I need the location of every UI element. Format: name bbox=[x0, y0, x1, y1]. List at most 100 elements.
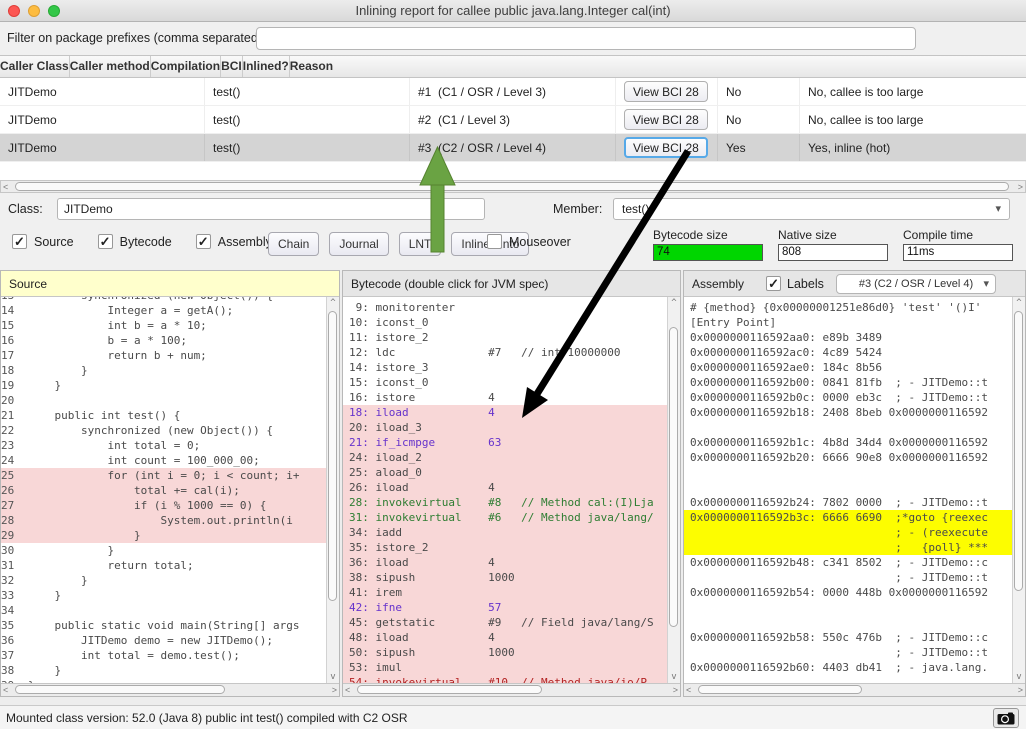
assembly-line[interactable]: 0x0000000116592b3c: 6666 6690 ;*goto {re… bbox=[684, 510, 1012, 525]
table-column-header[interactable]: Compilation bbox=[151, 56, 221, 77]
scrollbar-thumb[interactable] bbox=[357, 685, 542, 694]
view-toggle[interactable]: ✓ Bytecode bbox=[98, 234, 172, 249]
assembly-line[interactable]: 0x0000000116592b1c: 4b8d 34d4 0x00000001… bbox=[684, 435, 1012, 450]
view-bci-button[interactable]: View BCI 28 bbox=[624, 137, 708, 158]
assembly-line[interactable]: 0x0000000116592b48: c341 8502 ; - JITDem… bbox=[684, 555, 1012, 570]
table-horizontal-scrollbar[interactable]: < > bbox=[0, 180, 1026, 193]
filter-input[interactable] bbox=[256, 27, 916, 50]
bytecode-line[interactable]: 50: sipush 1000 bbox=[343, 645, 667, 660]
scroll-right-icon[interactable]: > bbox=[1018, 182, 1023, 193]
mouseover-checkbox[interactable]: ✓ bbox=[487, 234, 502, 249]
table-row[interactable]: JITDemo test() #3 (C2 / OSR / Level 4) V… bbox=[0, 134, 1026, 162]
bytecode-line[interactable]: 48: iload 4 bbox=[343, 630, 667, 645]
bytecode-line[interactable]: 18: iload 4 bbox=[343, 405, 667, 420]
scrollbar-thumb[interactable] bbox=[328, 311, 337, 601]
bytecode-line[interactable]: 36: iload 4 bbox=[343, 555, 667, 570]
scrollbar-thumb[interactable] bbox=[669, 327, 678, 627]
assembly-line[interactable] bbox=[684, 420, 1012, 435]
bytecode-line[interactable]: 10: iconst_0 bbox=[343, 315, 667, 330]
scroll-left-icon[interactable]: < bbox=[345, 685, 350, 696]
scroll-down-icon[interactable]: v bbox=[668, 672, 680, 683]
scroll-down-icon[interactable]: v bbox=[1013, 672, 1025, 683]
labels-toggle[interactable]: ✓ Labels bbox=[766, 276, 824, 291]
bytecode-line[interactable]: 20: iload_3 bbox=[343, 420, 667, 435]
scrollbar-thumb[interactable] bbox=[698, 685, 862, 694]
scroll-right-icon[interactable]: > bbox=[673, 685, 678, 696]
assembly-compilation-dropdown[interactable]: #3 (C2 / OSR / Level 4) ▾ bbox=[836, 274, 996, 294]
bytecode-vertical-scrollbar[interactable]: ^ v bbox=[667, 297, 680, 684]
view-toggle[interactable]: ✓ Assembly bbox=[196, 234, 272, 249]
assembly-line[interactable]: 0x0000000116592b54: 0000 448b 0x00000001… bbox=[684, 585, 1012, 600]
table-column-header[interactable]: Caller method bbox=[70, 56, 151, 77]
bytecode-code-area[interactable]: 9: monitorenter 10: iconst_0 11: istore_… bbox=[343, 297, 680, 684]
class-input[interactable] bbox=[57, 198, 485, 220]
checkbox[interactable]: ✓ bbox=[98, 234, 113, 249]
bytecode-line[interactable]: 35: istore_2 bbox=[343, 540, 667, 555]
bytecode-horizontal-scrollbar[interactable]: < > bbox=[343, 683, 680, 696]
assembly-line[interactable]: 0x0000000116592ac0: 4c89 5424 bbox=[684, 345, 1012, 360]
bytecode-line[interactable]: 24: iload_2 bbox=[343, 450, 667, 465]
view-toggle[interactable]: ✓ Source bbox=[12, 234, 74, 249]
member-dropdown[interactable]: test() ▾ bbox=[613, 198, 1010, 220]
source-horizontal-scrollbar[interactable]: < > bbox=[1, 683, 339, 696]
assembly-code-area[interactable]: # {method} {0x00000001251e86d0} 'test' '… bbox=[684, 297, 1025, 684]
assembly-line[interactable]: 0x0000000116592aa0: e89b 3489 bbox=[684, 330, 1012, 345]
assembly-horizontal-scrollbar[interactable]: < > bbox=[684, 683, 1025, 696]
bytecode-line[interactable]: 14: istore_3 bbox=[343, 360, 667, 375]
assembly-line[interactable]: ; {poll} *** bbox=[684, 540, 1012, 555]
bytecode-line[interactable]: 31: invokevirtual #6 // Method java/lang… bbox=[343, 510, 667, 525]
source-vertical-scrollbar[interactable]: ^ v bbox=[326, 297, 339, 684]
scroll-left-icon[interactable]: < bbox=[3, 685, 8, 696]
scroll-left-icon[interactable]: < bbox=[3, 182, 8, 193]
scrollbar-thumb[interactable] bbox=[1014, 311, 1023, 591]
assembly-line[interactable] bbox=[684, 465, 1012, 480]
mouseover-toggle[interactable]: ✓ Mouseover bbox=[487, 234, 571, 249]
bytecode-line[interactable]: 21: if_icmpge 63 bbox=[343, 435, 667, 450]
assembly-line[interactable]: 0x0000000116592b0c: 0000 eb3c ; - JITDem… bbox=[684, 390, 1012, 405]
scroll-down-icon[interactable]: v bbox=[327, 672, 339, 683]
assembly-line[interactable]: 0x0000000116592b24: 7802 0000 ; - JITDem… bbox=[684, 495, 1012, 510]
bytecode-line[interactable]: 11: istore_2 bbox=[343, 330, 667, 345]
assembly-line[interactable]: 0x0000000116592ae0: 184c 8b56 bbox=[684, 360, 1012, 375]
assembly-line[interactable]: 0x0000000116592b00: 0841 81fb ; - JITDem… bbox=[684, 375, 1012, 390]
assembly-line[interactable] bbox=[684, 480, 1012, 495]
bytecode-line[interactable]: 26: iload 4 bbox=[343, 480, 667, 495]
table-column-header[interactable]: BCI bbox=[221, 56, 243, 77]
screenshot-button[interactable] bbox=[993, 708, 1019, 728]
assembly-line[interactable]: 0x0000000116592b18: 2408 8beb 0x00000001… bbox=[684, 405, 1012, 420]
scrollbar-thumb[interactable] bbox=[15, 685, 225, 694]
checkbox[interactable]: ✓ bbox=[196, 234, 211, 249]
assembly-line[interactable]: # {method} {0x00000001251e86d0} 'test' '… bbox=[684, 300, 1012, 315]
bytecode-line[interactable]: 28: invokevirtual #8 // Method cal:(I)Lj… bbox=[343, 495, 667, 510]
assembly-line[interactable]: 0x0000000116592b58: 550c 476b ; - JITDem… bbox=[684, 630, 1012, 645]
action-button[interactable]: LNT bbox=[399, 232, 442, 256]
labels-checkbox[interactable]: ✓ bbox=[766, 276, 781, 291]
bytecode-line[interactable]: 34: iadd bbox=[343, 525, 667, 540]
assembly-line[interactable]: ; - JITDemo::t bbox=[684, 570, 1012, 585]
bytecode-line[interactable]: 16: istore 4 bbox=[343, 390, 667, 405]
scroll-right-icon[interactable]: > bbox=[332, 685, 337, 696]
assembly-line[interactable]: 0x0000000116592b60: 4403 db41 ; - java.l… bbox=[684, 660, 1012, 675]
bytecode-line[interactable]: 9: monitorenter bbox=[343, 300, 667, 315]
assembly-line[interactable] bbox=[684, 615, 1012, 630]
scroll-right-icon[interactable]: > bbox=[1018, 685, 1023, 696]
action-button[interactable]: Chain bbox=[268, 232, 319, 256]
assembly-line[interactable] bbox=[684, 600, 1012, 615]
assembly-line[interactable]: 0x0000000116592b20: 6666 90e8 0x00000001… bbox=[684, 450, 1012, 465]
bytecode-line[interactable]: 38: sipush 1000 bbox=[343, 570, 667, 585]
scroll-up-icon[interactable]: ^ bbox=[668, 298, 680, 309]
source-code-area[interactable]: 13 synchronized (new Object()) { 14 Inte… bbox=[1, 297, 339, 684]
scrollbar-thumb[interactable] bbox=[15, 182, 1009, 191]
action-button[interactable]: Journal bbox=[329, 232, 388, 256]
bytecode-line[interactable]: 53: imul bbox=[343, 660, 667, 675]
table-column-header[interactable]: Reason bbox=[290, 56, 333, 77]
assembly-line[interactable]: ; - (reexecute bbox=[684, 525, 1012, 540]
scroll-up-icon[interactable]: ^ bbox=[327, 298, 339, 309]
table-column-header[interactable]: Caller Class bbox=[0, 56, 70, 77]
assembly-line[interactable]: ; - JITDemo::t bbox=[684, 645, 1012, 660]
view-bci-button[interactable]: View BCI 28 bbox=[624, 81, 708, 102]
bytecode-line[interactable]: 15: iconst_0 bbox=[343, 375, 667, 390]
scroll-up-icon[interactable]: ^ bbox=[1013, 298, 1025, 309]
scroll-left-icon[interactable]: < bbox=[686, 685, 691, 696]
bytecode-line[interactable]: 12: ldc #7 // int 10000000 bbox=[343, 345, 667, 360]
